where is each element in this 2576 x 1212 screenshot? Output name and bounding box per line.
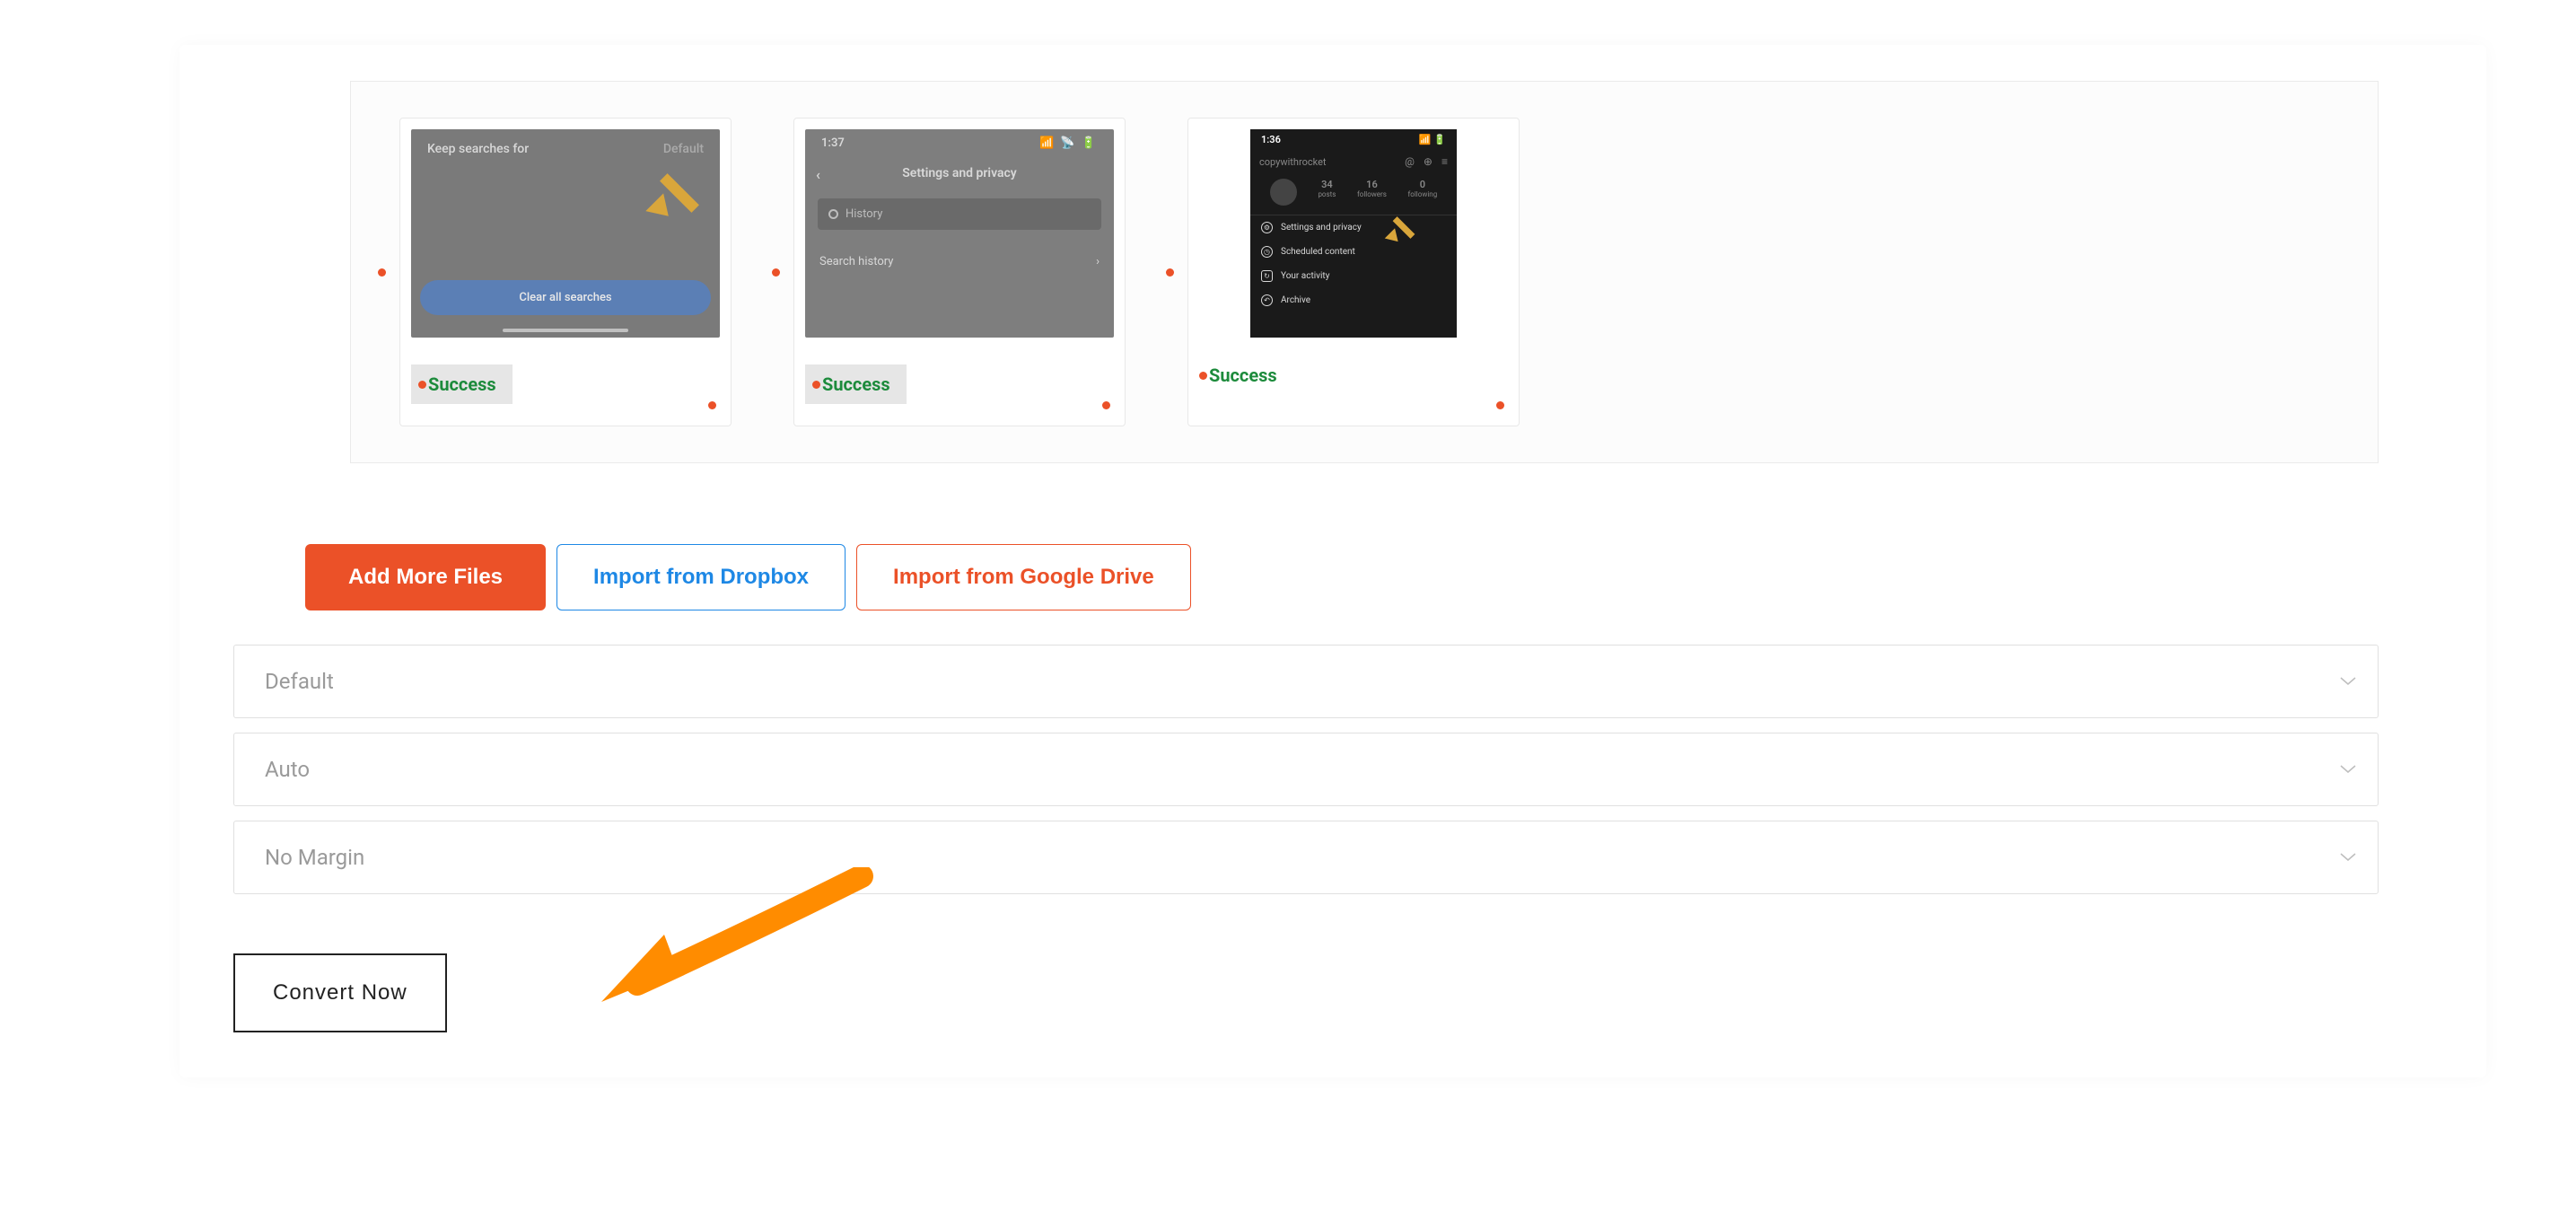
thumb-status-icons: 📶 📡 🔋 [1039, 136, 1098, 150]
status-dot-icon [1199, 372, 1207, 380]
file-thumbnail: 1:37 📶 📡 🔋 ‹ Settings and privacy Histor… [805, 129, 1114, 338]
drag-handle-icon[interactable] [378, 268, 386, 277]
thumb-username: copywithrocket [1259, 156, 1327, 168]
file-card[interactable]: 1:36 📶 🔋 copywithrocket @ ⊕ ≡ [1166, 118, 1520, 426]
card-action-icon[interactable] [1496, 401, 1504, 409]
status-text: Success [428, 373, 496, 395]
import-button-row: Add More Files Import from Dropbox Impor… [305, 544, 2379, 610]
convert-now-button[interactable]: Convert Now [233, 953, 447, 1032]
thumb-row-label: Search history [819, 255, 893, 268]
status-badge: Success [805, 364, 907, 404]
file-card[interactable]: Keep searches for Default Clear all sear… [378, 118, 732, 426]
file-thumbnail: Keep searches for Default Clear all sear… [411, 129, 720, 338]
select-value: Auto [265, 757, 310, 782]
activity-icon: ↻ [1261, 270, 1273, 282]
annotation-arrow-icon [653, 165, 697, 219]
status-dot-icon [418, 381, 426, 389]
file-thumbnail: 1:36 📶 🔋 copywithrocket @ ⊕ ≡ [1250, 129, 1457, 338]
plus-icon: ⊕ [1424, 155, 1433, 168]
thumb-time: 1:36 [1261, 134, 1281, 145]
status-dot-icon [812, 381, 820, 389]
import-dropbox-button[interactable]: Import from Dropbox [556, 544, 846, 610]
drag-handle-icon[interactable] [1166, 268, 1174, 277]
drag-handle-icon[interactable] [772, 268, 780, 277]
annotation-arrow-icon [1389, 212, 1416, 244]
archive-icon: ↶ [1261, 294, 1273, 306]
file-list: Keep searches for Default Clear all sear… [350, 81, 2379, 463]
status-badge: Success [411, 364, 513, 404]
search-icon [828, 209, 838, 219]
thumb-status-icons: 📶 🔋 [1419, 134, 1446, 145]
import-google-drive-button[interactable]: Import from Google Drive [856, 544, 1191, 610]
thumb-time: 1:37 [821, 136, 845, 150]
thumb-label: Keep searches for [427, 142, 529, 156]
card-action-icon[interactable] [1102, 401, 1110, 409]
avatar [1270, 179, 1297, 206]
status-text: Success [822, 373, 890, 395]
chevron-right-icon: › [1096, 255, 1100, 268]
annotation-arrow-icon [574, 867, 880, 1032]
size-select[interactable]: Auto [233, 733, 2379, 806]
thumb-search-placeholder: History [846, 207, 882, 221]
thumb-button-label: Clear all searches [420, 280, 711, 315]
file-card[interactable]: 1:37 📶 📡 🔋 ‹ Settings and privacy Histor… [772, 118, 1126, 426]
menu-icon: ≡ [1441, 155, 1448, 168]
add-more-files-button[interactable]: Add More Files [305, 544, 546, 610]
status-text: Success [1209, 364, 1277, 386]
select-value: No Margin [265, 845, 364, 870]
status-badge: Success [1199, 364, 1277, 386]
chevron-down-icon [2340, 677, 2356, 686]
chevron-down-icon [2340, 853, 2356, 862]
select-value: Default [265, 669, 334, 694]
margin-select[interactable]: No Margin [233, 821, 2379, 894]
thumb-label: Default [663, 142, 704, 156]
gear-icon: ⚙ [1261, 222, 1273, 233]
back-chevron-icon: ‹ [816, 166, 820, 183]
chevron-down-icon [2340, 765, 2356, 774]
at-icon: @ [1405, 155, 1415, 168]
orientation-select[interactable]: Default [233, 645, 2379, 718]
clock-icon: ◷ [1261, 246, 1273, 258]
thumb-header: Settings and privacy [902, 166, 1017, 180]
card-action-icon[interactable] [708, 401, 716, 409]
